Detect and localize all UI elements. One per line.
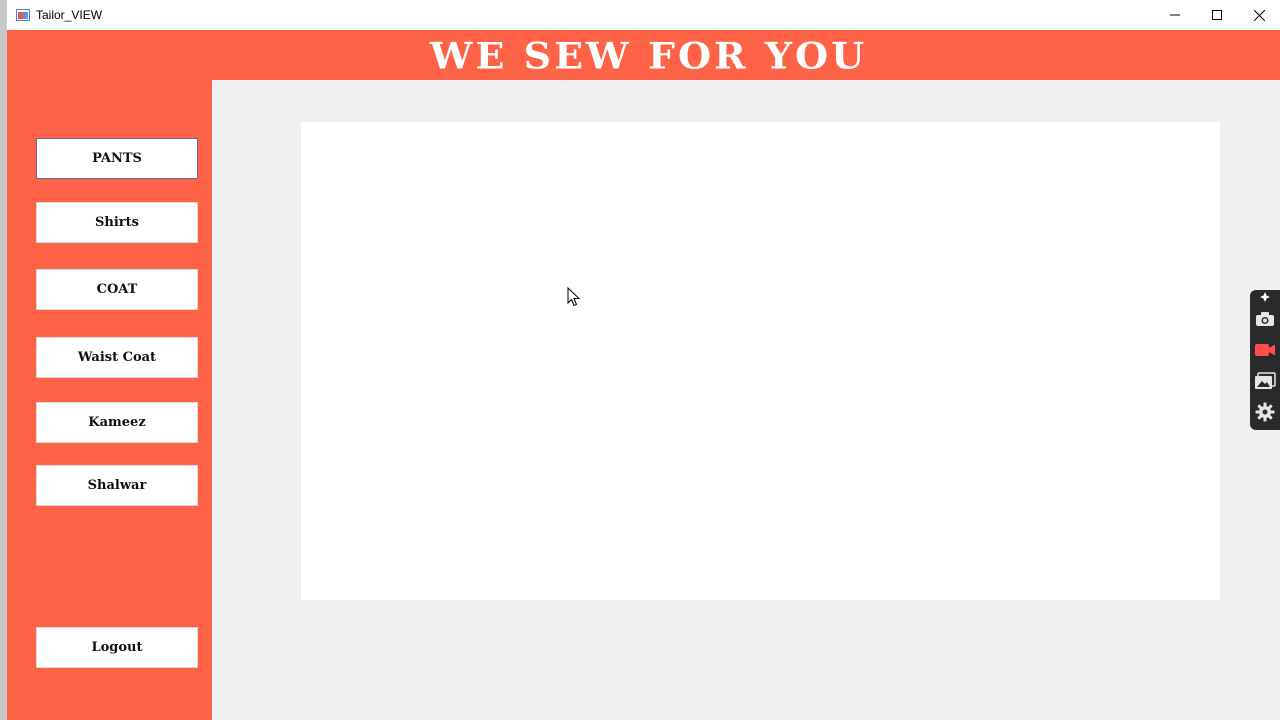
shalwar-button-label: Shalwar <box>87 478 147 493</box>
header-title: WE SEW FOR YOU <box>429 33 868 77</box>
pants-button-label: PANTS <box>92 151 142 166</box>
desktop-edge <box>0 0 7 720</box>
waist-coat-button-label: Waist Coat <box>77 350 157 365</box>
sidebar: PANTS Shirts COAT Waist Coat Kameez Shal… <box>7 80 212 720</box>
maximize-button[interactable] <box>1196 0 1238 30</box>
settings-gear-icon <box>1255 402 1275 422</box>
kameez-button[interactable]: Kameez <box>36 402 198 443</box>
mouse-cursor-icon <box>567 287 581 307</box>
maximize-icon <box>1212 10 1222 20</box>
logout-button[interactable]: Logout <box>36 627 198 668</box>
video-record-icon <box>1255 344 1275 356</box>
shirts-button[interactable]: Shirts <box>36 202 198 243</box>
close-icon <box>1253 9 1265 21</box>
window-controls <box>1154 0 1280 30</box>
shirts-button-label: Shirts <box>95 215 139 230</box>
minimize-icon <box>1170 14 1180 16</box>
camera-icon <box>1256 312 1274 326</box>
shalwar-button[interactable]: Shalwar <box>36 465 198 506</box>
pin-icon <box>1260 292 1270 302</box>
app-window: Tailor_VIEW WE SEW FOR YOU PANTS Shirts … <box>7 0 1280 720</box>
window-title: Tailor_VIEW <box>36 8 103 22</box>
coat-button[interactable]: COAT <box>36 269 198 310</box>
header-banner: WE SEW FOR YOU <box>7 30 1280 80</box>
settings-button[interactable] <box>1252 399 1278 425</box>
content-panel <box>301 122 1220 600</box>
capture-toolbar <box>1250 290 1280 430</box>
coat-button-label: COAT <box>96 282 138 297</box>
app-icon <box>16 9 30 21</box>
title-bar: Tailor_VIEW <box>7 0 1280 30</box>
kameez-button-label: Kameez <box>88 415 146 430</box>
minimize-button[interactable] <box>1154 0 1196 30</box>
gallery-icon <box>1255 372 1276 389</box>
logout-button-label: Logout <box>91 640 143 655</box>
gallery-button[interactable] <box>1252 368 1278 394</box>
close-button[interactable] <box>1238 0 1280 30</box>
waist-coat-button[interactable]: Waist Coat <box>36 337 198 378</box>
screenshot-button[interactable] <box>1252 306 1278 332</box>
pin-button[interactable] <box>1252 290 1278 304</box>
record-video-button[interactable] <box>1252 337 1278 363</box>
pants-button[interactable]: PANTS <box>36 138 198 179</box>
